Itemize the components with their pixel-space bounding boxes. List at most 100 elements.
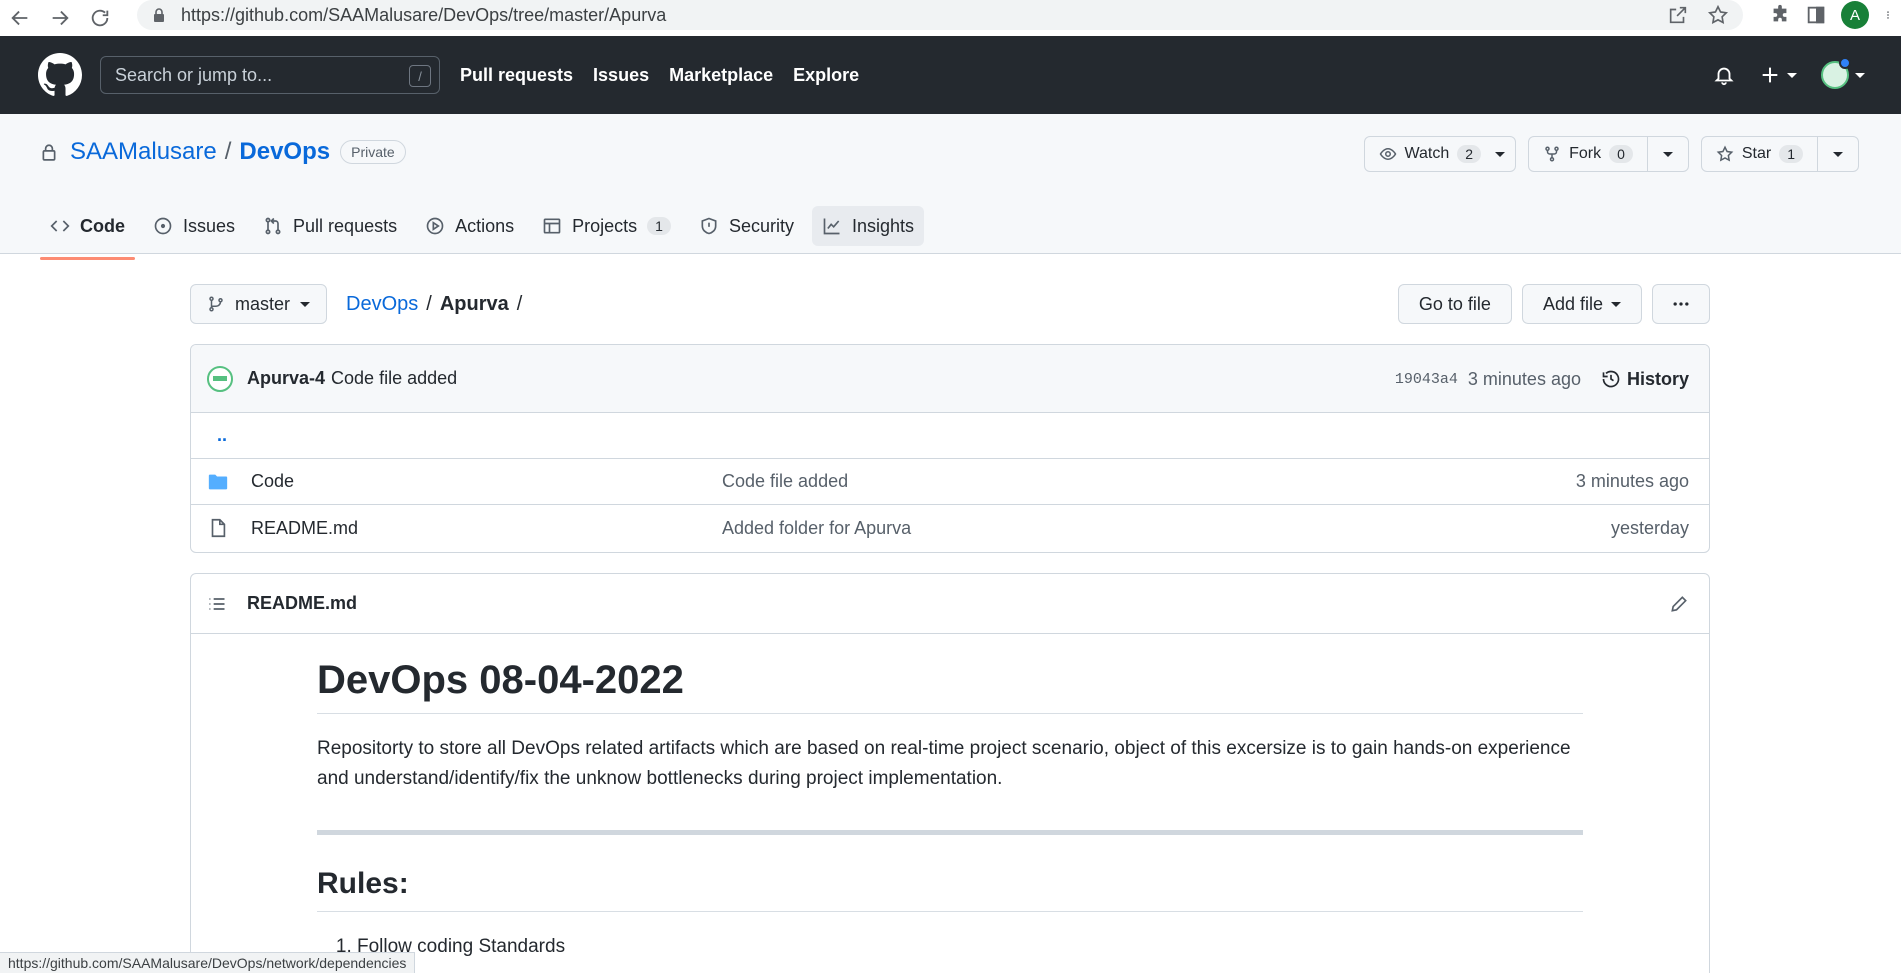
file-commit-message[interactable]: Added folder for Apurva (722, 518, 911, 539)
side-panel-icon[interactable] (1805, 4, 1827, 26)
file-name[interactable]: README.md (251, 518, 358, 539)
watch-label: Watch (1404, 145, 1450, 162)
fork-count: 0 (1609, 145, 1633, 163)
tab-security[interactable]: Security (689, 206, 804, 246)
header-actions (1713, 36, 1865, 114)
caret-down-icon (300, 301, 311, 307)
github-logo-icon[interactable] (38, 53, 82, 97)
browser-profile-avatar[interactable]: A (1841, 1, 1869, 29)
tab-label: Actions (455, 215, 515, 236)
share-icon[interactable] (1667, 4, 1689, 26)
repo-owner-link[interactable]: SAAMalusare (70, 138, 217, 166)
eye-icon (1379, 147, 1396, 161)
star-dropdown[interactable] (1818, 137, 1858, 171)
breadcrumb: DevOps / Apurva / (346, 293, 522, 316)
tab-insights[interactable]: Insights (811, 206, 925, 246)
caret-down-icon (1787, 72, 1797, 78)
star-button-group: Star 1 (1700, 136, 1859, 172)
bookmark-star-icon[interactable] (1707, 4, 1729, 26)
add-file-button[interactable]: Add file (1521, 284, 1642, 324)
fork-button[interactable]: Fork 0 (1529, 137, 1648, 171)
bell-icon[interactable] (1713, 64, 1735, 86)
file-row[interactable]: Code Code file added 3 minutes ago (191, 459, 1709, 505)
parent-directory-row[interactable]: .. (191, 413, 1709, 459)
file-icon (211, 518, 226, 538)
commit-author-avatar[interactable] (207, 365, 233, 392)
address-bar[interactable]: https://github.com/SAAMalusare/DevOps/tr… (137, 0, 1743, 30)
back-button[interactable] (0, 0, 40, 36)
tab-label: Pull requests (293, 215, 398, 236)
breadcrumb-current-folder: Apurva (439, 293, 509, 315)
nav-pull-requests[interactable]: Pull requests (460, 65, 573, 86)
branch-selector[interactable]: master (190, 284, 328, 324)
list-item: Follow coding Standards (357, 936, 1583, 958)
watch-count: 2 (1457, 145, 1482, 163)
more-options-button[interactable] (1652, 284, 1710, 324)
reload-button[interactable] (80, 0, 120, 36)
caret-down-icon (1611, 301, 1621, 307)
tab-label: Issues (183, 215, 236, 236)
nav-explore[interactable]: Explore (793, 65, 859, 86)
file-commit-time: 3 minutes ago (1575, 471, 1689, 491)
watch-dropdown[interactable] (1485, 137, 1515, 171)
global-nav: Pull requests Issues Marketplace Explore (460, 65, 859, 86)
commit-message[interactable]: Code file added (331, 368, 457, 389)
breadcrumb-repo-link[interactable]: DevOps (346, 293, 418, 316)
git-branch-icon (209, 296, 223, 312)
tab-actions[interactable]: Actions (415, 206, 524, 246)
readme-rules-list: Follow coding Standards (317, 936, 1583, 958)
branch-name: master (235, 293, 291, 314)
user-menu-button[interactable] (1821, 57, 1865, 89)
commit-meta: 19043a4 3 minutes ago History (1395, 345, 1689, 413)
url-text[interactable]: https://github.com/SAAMalusare/DevOps/tr… (181, 5, 666, 26)
tab-label: Projects (572, 215, 638, 236)
watch-button[interactable]: Watch 2 (1365, 137, 1486, 171)
readme-filename[interactable]: README.md (247, 593, 357, 614)
browser-extensions: A (1769, 0, 1901, 30)
kebab-menu-icon[interactable] (1883, 4, 1893, 26)
add-file-label: Add file (1542, 293, 1603, 314)
arrow-right-icon (52, 10, 69, 26)
caret-down-icon (1662, 151, 1673, 157)
repo-title: SAAMalusare / DevOps Private (40, 138, 406, 166)
caret-down-icon (1495, 151, 1506, 157)
plus-icon (1762, 67, 1778, 83)
file-name[interactable]: Code (251, 471, 294, 492)
readme-divider (317, 830, 1583, 835)
commit-sha[interactable]: 19043a4 (1395, 371, 1458, 388)
readme-panel: README.md DevOps 08-04-2022 Repositorty … (190, 573, 1710, 973)
projects-count: 1 (647, 217, 671, 235)
readme-title: DevOps 08-04-2022 (317, 658, 1583, 714)
repo-actions: Watch 2 Fork 0 Star 1 (1363, 136, 1859, 172)
history-link[interactable]: History (1601, 369, 1689, 390)
fork-dropdown[interactable] (1648, 137, 1688, 171)
tab-code[interactable]: Code (40, 206, 135, 260)
file-row[interactable]: README.md Added folder for Apurva yester… (191, 505, 1709, 551)
file-commit-message[interactable]: Code file added (722, 471, 848, 492)
forward-button[interactable] (40, 0, 80, 36)
latest-commit: Apurva-4 Code file added 19043a4 3 minut… (191, 345, 1709, 413)
tab-pull-requests[interactable]: Pull requests (253, 206, 407, 246)
nav-marketplace[interactable]: Marketplace (669, 65, 773, 86)
create-new-button[interactable] (1759, 64, 1797, 86)
puzzle-icon[interactable] (1769, 4, 1791, 26)
breadcrumb-separator: / (426, 293, 432, 315)
star-icon (1716, 145, 1734, 162)
folder-icon (208, 474, 228, 489)
readme-header: README.md (191, 574, 1709, 634)
tab-issues[interactable]: Issues (143, 206, 245, 246)
search-placeholder: Search or jump to... (115, 64, 273, 85)
table-icon (543, 218, 561, 234)
go-to-file-button[interactable]: Go to file (1397, 284, 1512, 324)
tab-projects[interactable]: Projects 1 (532, 206, 681, 246)
list-icon[interactable] (207, 594, 227, 614)
commit-author[interactable]: Apurva-4 (247, 368, 325, 389)
nav-issues[interactable]: Issues (593, 65, 649, 86)
parent-directory-link[interactable]: .. (217, 425, 227, 446)
star-button[interactable]: Star 1 (1702, 137, 1818, 171)
code-icon (50, 220, 70, 232)
history-icon (1602, 370, 1620, 388)
pencil-icon[interactable] (1669, 594, 1689, 614)
search-input[interactable]: Search or jump to... / (100, 56, 440, 94)
repo-name-link[interactable]: DevOps (239, 138, 330, 166)
